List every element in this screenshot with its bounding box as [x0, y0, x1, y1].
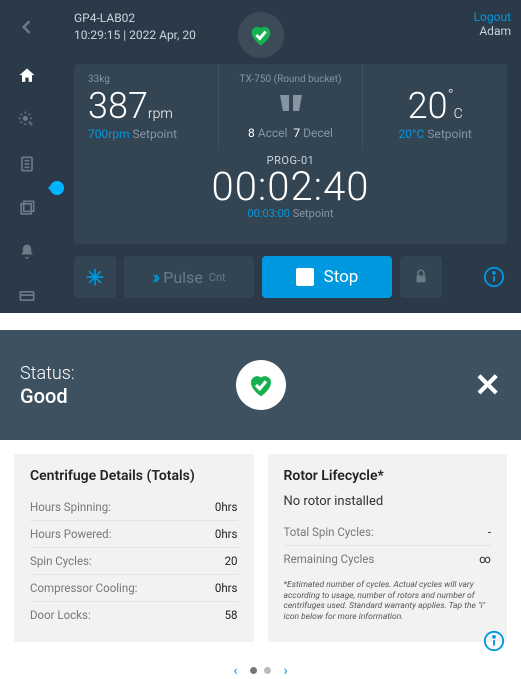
card-icon[interactable] — [0, 274, 54, 318]
svg-text:+: + — [29, 120, 34, 130]
bell-icon[interactable] — [0, 230, 54, 274]
program-block[interactable]: PROG-01 00:02:40 00:03:00 Setpoint — [74, 148, 507, 220]
rotor-lifecycle-card: Rotor Lifecycle* No rotor installed Tota… — [268, 454, 508, 642]
timer-value: 00:02:40 — [74, 167, 507, 207]
card-title: Centrifuge Details (Totals) — [30, 468, 238, 484]
home-icon[interactable] — [0, 54, 54, 98]
status-value: Good — [20, 384, 75, 408]
status-heart-icon — [238, 12, 284, 58]
page-next-icon[interactable]: › — [283, 663, 287, 679]
table-row: Total Spin Cycles:- — [284, 519, 492, 546]
table-row: Door Locks:58 — [30, 602, 238, 628]
stats-card: 33kg 387rpm 700rpm Setpoint TX-750 (Roun… — [74, 64, 507, 244]
stop-icon — [296, 268, 314, 286]
settings-icon[interactable]: + — [0, 98, 54, 142]
page-prev-icon[interactable]: ‹ — [233, 663, 237, 679]
device-info: GP4-LAB02 10:29:15 | 2022 Apr, 20 — [74, 10, 196, 58]
status-band: Status: Good ✕ — [0, 330, 521, 440]
control-bar: ›› Pulse Cnt Stop — [74, 256, 507, 298]
rotor-stat[interactable]: TX-750 (Round bucket) 8 Accel 7 Decel — [219, 64, 364, 148]
pulse-button[interactable]: ›› Pulse Cnt — [124, 256, 254, 298]
page-dot[interactable] — [250, 667, 257, 674]
snowflake-button[interactable] — [74, 256, 116, 298]
lock-button[interactable] — [400, 256, 442, 298]
table-row: Spin Cycles:20 — [30, 548, 238, 575]
pulse-label: Pulse — [163, 268, 203, 287]
clipboard-icon[interactable] — [0, 142, 54, 186]
close-icon[interactable]: ✕ — [474, 366, 501, 404]
device-id: GP4-LAB02 — [74, 10, 196, 27]
rotor-name: TX-750 (Round bucket) — [233, 74, 349, 85]
rotor-message: No rotor installed — [284, 494, 492, 509]
pager: ‹ › — [0, 660, 521, 679]
mass-label: 33kg — [88, 74, 204, 85]
table-row: Hours Powered:0hrs — [30, 521, 238, 548]
status-detail-panel: Status: Good ✕ Centrifuge Details (Total… — [0, 330, 521, 668]
chevrons-icon: ›› — [152, 267, 157, 288]
temp-stat[interactable]: 20°C 20°C Setpoint — [363, 64, 507, 148]
info-icon[interactable] — [481, 264, 507, 290]
table-row: Remaining Cycles∞ — [284, 546, 492, 572]
status-label: Status: — [20, 363, 75, 384]
back-icon[interactable] — [0, 0, 54, 54]
info-icon[interactable] — [483, 630, 505, 656]
notification-dot-icon — [50, 181, 64, 195]
user-name: Adam — [474, 24, 511, 38]
files-icon[interactable] — [0, 186, 54, 230]
speed-stat[interactable]: 33kg 387rpm 700rpm Setpoint — [74, 64, 219, 148]
stop-label: Stop — [324, 267, 359, 287]
stop-button[interactable]: Stop — [262, 256, 392, 298]
logout-link[interactable]: Logout — [474, 10, 511, 24]
table-row: Hours Spinning:0hrs — [30, 494, 238, 521]
page-dot[interactable] — [264, 667, 271, 674]
centrifuge-details-card: Centrifuge Details (Totals) Hours Spinni… — [14, 454, 254, 642]
disclaimer-text: *Estimated number of cycles. Actual cycl… — [284, 580, 492, 623]
nav-sidebar: + — [0, 0, 54, 313]
card-title: Rotor Lifecycle* — [284, 468, 492, 484]
pulse-count-label: Cnt — [209, 271, 226, 284]
bucket-icon — [233, 93, 349, 119]
device-time: 10:29:15 | 2022 Apr, 20 — [74, 27, 196, 44]
dashboard-panel: + GP4-LAB02 10:29:15 | 2022 Apr, 20 Logo… — [0, 0, 521, 313]
status-heart-icon-large — [236, 360, 286, 410]
table-row: Compressor Cooling:0hrs — [30, 575, 238, 602]
